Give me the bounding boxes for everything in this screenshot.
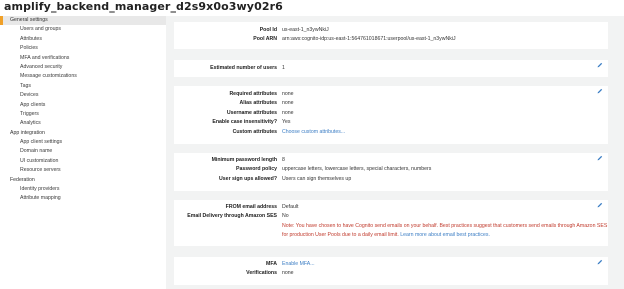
sidebar-item-app-client-settings[interactable]: App client settings (0, 138, 166, 147)
user-signups-value: Users can sign themselves up (282, 175, 352, 182)
ses-note-line1: Note: You have chosen to have Cognito se… (282, 222, 608, 229)
alias-attributes-value: none (282, 100, 294, 107)
sidebar-item-ui-customization[interactable]: UI customization (0, 157, 166, 166)
pool-id-label: Pool Id (259, 27, 277, 33)
sidebar-item-attributes[interactable]: Attributes (0, 35, 166, 44)
sidebar-item-policies[interactable]: Policies (0, 44, 166, 53)
estimated-users-row: Estimated number of users 1 (174, 64, 608, 73)
sidebar-item-resource-servers[interactable]: Resource servers (0, 166, 166, 175)
alias-attributes-row: Alias attributes none (174, 99, 608, 108)
verifications-row: Verifications none (174, 269, 608, 278)
edit-mfa-pencil-icon[interactable] (597, 259, 603, 265)
password-policy-row: Password policy uppercase letters, lower… (174, 165, 608, 174)
policies-card: Minimum password length 8 Password polic… (174, 153, 608, 191)
verifications-label: Verifications (246, 270, 277, 277)
sidebar-item-advanced-security[interactable]: Advanced security (0, 63, 166, 72)
alias-attributes-label: Alias attributes (239, 100, 277, 107)
user-signups-row: User sign ups allowed? Users can sign th… (174, 175, 608, 184)
sidebar-item-devices[interactable]: Devices (0, 91, 166, 100)
estimated-users-label: Estimated number of users (210, 65, 277, 71)
pool-id-value: us-east-1_n3ywNkiJ (282, 27, 329, 33)
sidebar-item-domain-name[interactable]: Domain name (0, 147, 166, 156)
sidebar-item-attribute-mapping[interactable]: Attribute mapping (0, 194, 166, 203)
verifications-value: none (282, 270, 294, 277)
sidebar-item-identity-providers[interactable]: Identity providers (0, 185, 166, 194)
ses-note-line2: for production User Pools due to a daily… (282, 232, 399, 239)
sidebar-section-app-integration[interactable]: App integration (0, 129, 166, 138)
sidebar-item-users-and-groups[interactable]: Users and groups (0, 25, 166, 34)
ses-delivery-row: Email Delivery through Amazon SES No (174, 212, 608, 221)
pool-id-row: Pool Id us-east-1_n3ywNkiJ (174, 26, 608, 35)
min-password-length-row: Minimum password length 8 (174, 156, 608, 165)
required-attributes-value: none (282, 91, 294, 97)
sidebar-item-app-clients[interactable]: App clients (0, 101, 166, 110)
case-insensitivity-row: Enable case insensitivity? Yes (174, 118, 608, 127)
password-policy-value: uppercase letters, lowercase letters, sp… (282, 166, 432, 173)
min-password-length-value: 8 (282, 157, 285, 163)
sidebar-nav: General settings Users and groups Attribut… (0, 16, 166, 289)
ses-delivery-value: No (282, 213, 289, 220)
page-title: amplify_backend_manager_d2s9x0o3wy02r6 (4, 0, 283, 13)
min-password-length-label: Minimum password length (211, 157, 277, 163)
email-best-practices-link[interactable]: Learn more about email best practices. (400, 232, 490, 238)
required-attributes-row: Required attributes none (174, 90, 608, 99)
case-insensitivity-label: Enable case insensitivity? (212, 119, 277, 126)
user-signups-label: User sign ups allowed? (219, 175, 277, 182)
attributes-card: Required attributes none Alias attribute… (174, 86, 608, 144)
edit-users-pencil-icon[interactable] (597, 62, 603, 68)
ses-note: Note: You have chosen to have Cognito se… (174, 222, 608, 241)
custom-attributes-label: Custom attributes (232, 128, 277, 135)
from-email-row: FROM email address Default (174, 203, 608, 212)
enable-mfa-link[interactable]: Enable MFA... (282, 260, 315, 269)
mfa-label: MFA (266, 261, 277, 267)
ses-note-line2-row: for production User Pools due to a daily… (282, 231, 608, 240)
email-card: FROM email address Default Email Deliver… (174, 200, 608, 246)
password-policy-label: Password policy (236, 166, 277, 173)
sidebar-section-general-settings[interactable]: General settings (0, 16, 166, 26)
pool-arn-value: arn:aws:cognito-idp:us-east-1:5647610186… (282, 36, 456, 43)
pool-arn-row: Pool ARN arn:aws:cognito-idp:us-east-1:5… (174, 35, 608, 44)
sidebar-item-analytics[interactable]: Analytics (0, 119, 166, 128)
sidebar-item-mfa-and-verifications[interactable]: MFA and verifications (0, 54, 166, 63)
from-email-value: Default (282, 204, 299, 210)
username-attributes-value: none (282, 109, 294, 116)
choose-custom-attributes-link[interactable]: Choose custom attributes... (282, 128, 345, 137)
estimated-users-value: 1 (282, 65, 285, 71)
username-attributes-row: Username attributes none (174, 109, 608, 118)
username-attributes-label: Username attributes (226, 109, 277, 116)
users-card: Estimated number of users 1 (174, 60, 608, 77)
sidebar-item-message-customizations[interactable]: Message customizations (0, 72, 166, 81)
from-email-label: FROM email address (225, 204, 277, 210)
edit-policies-pencil-icon[interactable] (597, 155, 603, 161)
case-insensitivity-value: Yes (282, 119, 291, 126)
pool-arn-label: Pool ARN (253, 36, 277, 43)
pool-info-card: Pool Id us-east-1_n3ywNkiJ Pool ARN arn:… (174, 22, 608, 49)
mfa-row: MFA Enable MFA... (174, 260, 608, 269)
edit-email-pencil-icon[interactable] (597, 202, 603, 208)
sidebar-item-triggers[interactable]: Triggers (0, 110, 166, 119)
custom-attributes-row: Custom attributes Choose custom attribut… (174, 128, 608, 137)
mfa-card: MFA Enable MFA... Verifications none (174, 257, 608, 285)
edit-attributes-pencil-icon[interactable] (597, 88, 603, 94)
sidebar-section-federation[interactable]: Federation (0, 176, 166, 185)
sidebar-item-tags[interactable]: Tags (0, 82, 166, 91)
main-content: Pool Id us-east-1_n3ywNkiJ Pool ARN arn:… (166, 16, 624, 289)
ses-delivery-label: Email Delivery through Amazon SES (187, 213, 277, 220)
required-attributes-label: Required attributes (229, 91, 277, 97)
